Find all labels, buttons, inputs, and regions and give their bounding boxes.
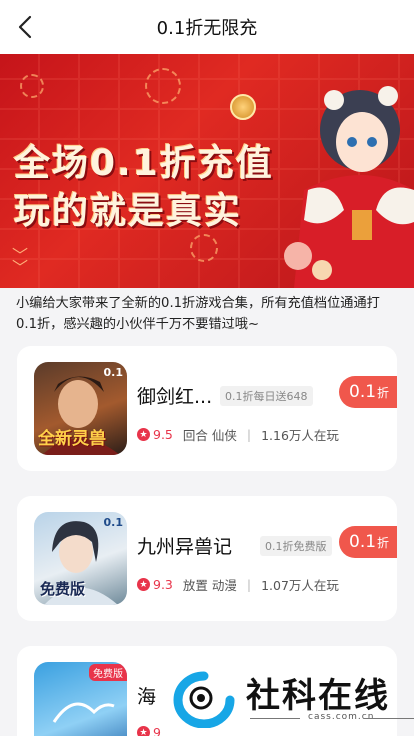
discount-unit: 折 (377, 385, 390, 400)
game-title: 九州异兽记 (137, 536, 233, 558)
top-bar: 0.1折无限充 (0, 0, 414, 54)
game-genres: 回合 仙侠 (182, 428, 237, 443)
promo-banner[interactable]: 全场0.1折充值 玩的就是真实 ﹀ ﹀ (0, 54, 414, 288)
page-title: 0.1折无限充 (156, 18, 258, 39)
game-title: 海 (137, 686, 157, 708)
discount-badge[interactable]: 0.1 折 (339, 526, 397, 558)
watermark-logo-icon (173, 671, 235, 728)
banner-headline: 全场0.1折充值 (14, 143, 274, 184)
discount-value: 0.1 (349, 382, 377, 402)
firework-decoration (190, 234, 218, 262)
game-tag: 0.1折免费版 (260, 536, 332, 556)
divider (250, 718, 300, 719)
game-title: 御剑红... (137, 386, 213, 408)
game-score: 9.3 (153, 577, 173, 592)
game-meta: ★ 9.3 放置 动漫 | 1.07万人在玩 (137, 575, 339, 594)
game-icon-thumbnail: 免费版 (34, 662, 127, 736)
game-card[interactable]: 0.1 免费版 九州异兽记 0.1折免费版 0.1 折 ★ 9.3 放置 动漫 … (17, 496, 397, 621)
game-meta: ★ 9 (137, 725, 171, 736)
banner-subheadline: 玩的就是真实 (14, 191, 243, 232)
thumbnail-caption: 免费版 (40, 580, 86, 598)
thumbnail-corner-badge: 0.1 (103, 516, 124, 529)
watermark-url: cass.com.cn (308, 712, 375, 722)
firework-decoration (145, 68, 181, 104)
discount-badge[interactable]: 0.1 折 (339, 376, 397, 408)
divider: | (246, 577, 252, 592)
game-score: 9 (153, 725, 161, 736)
game-tag: 0.1折每日送648 (220, 386, 313, 406)
watermark-text: 社科在线 (246, 676, 390, 716)
chevron-down-icon: ﹀ ﹀ (12, 246, 29, 277)
game-meta: ★ 9.5 回合 仙侠 | 1.16万人在玩 (137, 425, 339, 444)
game-card[interactable]: 0.1 全新灵兽 御剑红... 0.1折每日送648 0.1 折 ★ 9.5 回… (17, 346, 397, 471)
divider: | (246, 427, 252, 442)
thumbnail-caption: 全新灵兽 (38, 429, 106, 449)
game-genres: 放置 动漫 (182, 578, 237, 593)
chevron-left-icon (18, 15, 32, 39)
game-icon-thumbnail: 0.1 免费版 (34, 512, 127, 605)
game-score: 9.5 (153, 427, 173, 442)
discount-value: 0.1 (349, 532, 377, 552)
anime-girl-illustration (284, 86, 414, 288)
star-icon: ★ (137, 428, 150, 441)
star-icon: ★ (137, 578, 150, 591)
game-icon-thumbnail: 0.1 全新灵兽 (34, 362, 127, 455)
player-count: 1.16万人在玩 (261, 428, 339, 443)
back-button[interactable] (10, 12, 40, 42)
thumbnail-corner-badge: 0.1 (103, 366, 124, 379)
divider (364, 718, 414, 719)
firework-decoration (20, 74, 44, 98)
intro-text: 小编给大家带来了全新的0.1折游戏合集，所有充值档位通通打0.1折，感兴趣的小伙… (16, 296, 380, 332)
player-count: 1.07万人在玩 (261, 578, 339, 593)
site-watermark: 社科在线 cass.com.cn (168, 662, 414, 736)
discount-unit: 折 (377, 535, 390, 550)
coin-icon (230, 94, 256, 120)
thumbnail-corner-badge: 免费版 (89, 664, 127, 681)
star-icon: ★ (137, 726, 150, 736)
